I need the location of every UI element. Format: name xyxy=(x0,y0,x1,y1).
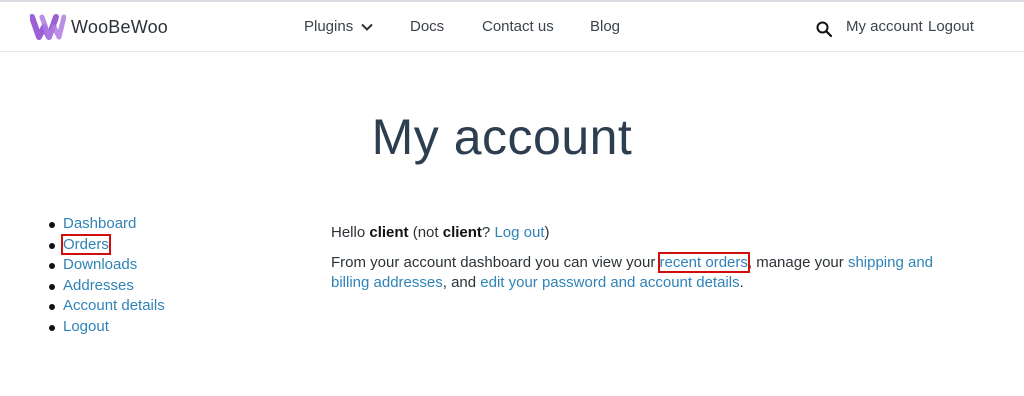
account-nav-logout-link[interactable]: Logout xyxy=(63,318,109,335)
header-my-account-link[interactable]: My account xyxy=(846,18,923,35)
account-nav-item-orders: Orders xyxy=(46,233,165,256)
greeting-close: ) xyxy=(544,224,550,241)
list-bullet xyxy=(49,263,55,269)
list-bullet xyxy=(49,222,55,228)
nav-contact-us[interactable]: Contact us xyxy=(482,18,554,35)
account-nav-dashboard-link[interactable]: Dashboard xyxy=(63,215,136,232)
list-bullet xyxy=(49,283,55,290)
greeting-logout-link[interactable]: Log out xyxy=(494,224,544,241)
account-nav-item-addresses: Addresses xyxy=(46,276,165,297)
intro-text-2: , manage your xyxy=(747,254,848,271)
list-bullet xyxy=(49,242,55,249)
account-nav-account-details-link[interactable]: Account details xyxy=(63,297,165,314)
list-bullet xyxy=(49,304,55,310)
account-nav-item-account-details: Account details xyxy=(46,296,165,317)
search-icon[interactable] xyxy=(816,21,832,37)
nav-plugins-label: Plugins xyxy=(304,18,354,35)
account-nav-orders-link[interactable]: Orders xyxy=(61,233,111,255)
site-header: WooBeWoo Plugins Docs Contact us Blog My… xyxy=(0,2,1024,52)
intro-text-1: From your account dashboard you can view… xyxy=(331,254,660,271)
page-title: My account xyxy=(371,109,633,165)
list-bullet xyxy=(49,324,55,331)
brand-name: WooBeWoo xyxy=(71,16,168,37)
intro-text-3: , and xyxy=(442,274,481,291)
username: client xyxy=(369,224,409,241)
greeting-hello: Hello xyxy=(331,224,370,241)
woobewoo-logo-icon xyxy=(30,14,66,40)
account-nav-item-downloads: Downloads xyxy=(46,255,165,276)
greeting-text: Hello client (not client? Log out) xyxy=(331,223,971,243)
account-nav-item-dashboard: Dashboard xyxy=(46,214,165,235)
chevron-down-icon xyxy=(361,23,373,31)
dashboard-intro-text: From your account dashboard you can view… xyxy=(331,252,971,293)
account-nav-item-logout: Logout xyxy=(46,317,165,338)
greeting-question: ? xyxy=(481,224,495,241)
account-nav-downloads-link[interactable]: Downloads xyxy=(63,256,137,273)
nav-plugins[interactable]: Plugins xyxy=(304,18,373,35)
brand-logo[interactable]: WooBeWoo xyxy=(30,13,168,41)
account-nav-addresses-link[interactable]: Addresses xyxy=(63,277,134,294)
account-navigation: Dashboard Orders Downloads Addresses Acc… xyxy=(46,214,165,337)
intro-text-4: . xyxy=(739,274,744,291)
header-logout-link[interactable]: Logout xyxy=(928,18,974,35)
greeting-not: (not xyxy=(408,224,443,241)
edit-password-account-details-link[interactable]: edit your password and account details xyxy=(480,274,739,291)
nav-blog[interactable]: Blog xyxy=(590,18,620,35)
username-repeat: client xyxy=(442,224,482,241)
recent-orders-link[interactable]: recent orders xyxy=(657,252,750,273)
nav-docs[interactable]: Docs xyxy=(410,18,444,35)
account-dashboard-content: Hello client (not client? Log out) From … xyxy=(331,223,971,293)
